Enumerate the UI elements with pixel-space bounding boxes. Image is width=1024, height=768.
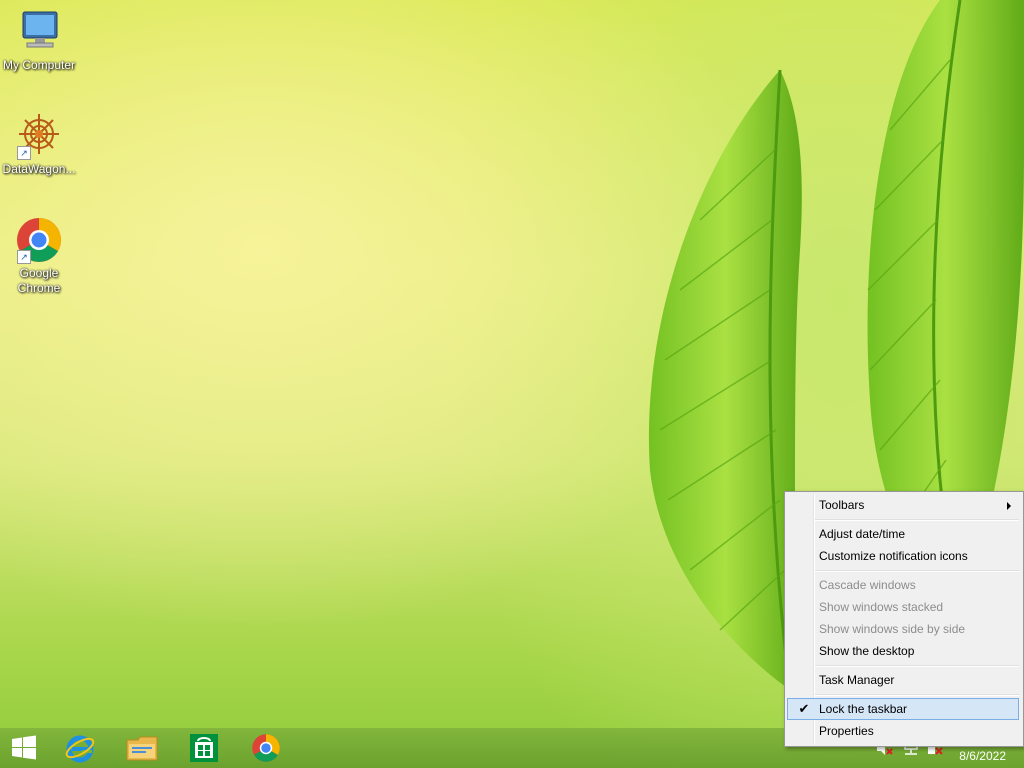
- menu-item-label: Properties: [819, 724, 874, 738]
- desktop-icon-label: DataWagon...: [2, 162, 76, 176]
- computer-icon: [15, 8, 63, 56]
- menu-item-task-manager[interactable]: Task Manager: [787, 669, 1019, 691]
- start-button[interactable]: [0, 728, 48, 768]
- menu-item-label: Show windows side by side: [819, 622, 966, 636]
- menu-item-adjust-date-time[interactable]: Adjust date/time: [787, 523, 1019, 545]
- menu-item-cascade-windows: Cascade windows: [787, 574, 1019, 596]
- taskbar-windows-store[interactable]: [176, 728, 232, 768]
- shortcut-arrow-icon: ↗: [17, 250, 31, 264]
- menu-item-label: Adjust date/time: [819, 527, 906, 541]
- taskbar-internet-explorer[interactable]: [52, 728, 108, 768]
- menu-item-label: Customize notification icons: [819, 549, 968, 563]
- menu-item-toolbars[interactable]: Toolbars: [787, 494, 1019, 516]
- shortcut-arrow-icon: ↗: [17, 146, 31, 160]
- desktop-icon-label: Google Chrome: [17, 266, 61, 295]
- checkmark-icon: ✔: [798, 701, 810, 716]
- desktop-icon-datawagon[interactable]: ↗ DataWagon...: [0, 112, 78, 177]
- menu-item-label: Cascade windows: [819, 578, 916, 592]
- menu-separator: [815, 665, 1019, 667]
- taskbar-clock-date[interactable]: 8/6/2022: [959, 749, 1006, 763]
- menu-item-show-windows-stacked: Show windows stacked: [787, 596, 1019, 618]
- desktop-icon-label: My Computer: [2, 58, 76, 72]
- windows-store-icon: [190, 734, 218, 762]
- menu-item-customize-notification-icons[interactable]: Customize notification icons: [787, 545, 1019, 567]
- file-explorer-icon: [126, 736, 158, 761]
- internet-explorer-icon: [65, 735, 95, 763]
- desktop-icon-my-computer[interactable]: My Computer: [0, 8, 78, 73]
- menu-separator: [815, 570, 1019, 572]
- windows-start-icon: [12, 735, 36, 760]
- menu-item-label: Show windows stacked: [819, 600, 944, 614]
- menu-item-show-the-desktop[interactable]: Show the desktop: [787, 640, 1019, 662]
- menu-separator: [815, 694, 1019, 696]
- datawagon-icon: ↗: [15, 112, 63, 160]
- menu-item-show-windows-side-by-side: Show windows side by side: [787, 618, 1019, 640]
- taskbar-google-chrome[interactable]: [238, 728, 294, 768]
- menu-separator: [815, 519, 1019, 521]
- menu-item-properties[interactable]: Properties: [787, 720, 1019, 742]
- menu-item-label: Lock the taskbar: [819, 702, 908, 716]
- taskbar-file-explorer[interactable]: [114, 728, 170, 768]
- menu-item-lock-the-taskbar[interactable]: ✔ Lock the taskbar: [787, 698, 1019, 720]
- desktop-icon-google-chrome[interactable]: ↗ Google Chrome: [0, 216, 78, 296]
- google-chrome-icon: [252, 734, 280, 762]
- menu-item-label: Toolbars: [819, 498, 865, 512]
- submenu-arrow-icon: [1007, 502, 1011, 510]
- taskbar-context-menu[interactable]: Toolbars Adjust date/time Customize noti…: [784, 491, 1024, 747]
- chrome-icon: ↗: [15, 216, 63, 264]
- menu-item-label: Show the desktop: [819, 644, 915, 658]
- menu-item-label: Task Manager: [819, 673, 895, 687]
